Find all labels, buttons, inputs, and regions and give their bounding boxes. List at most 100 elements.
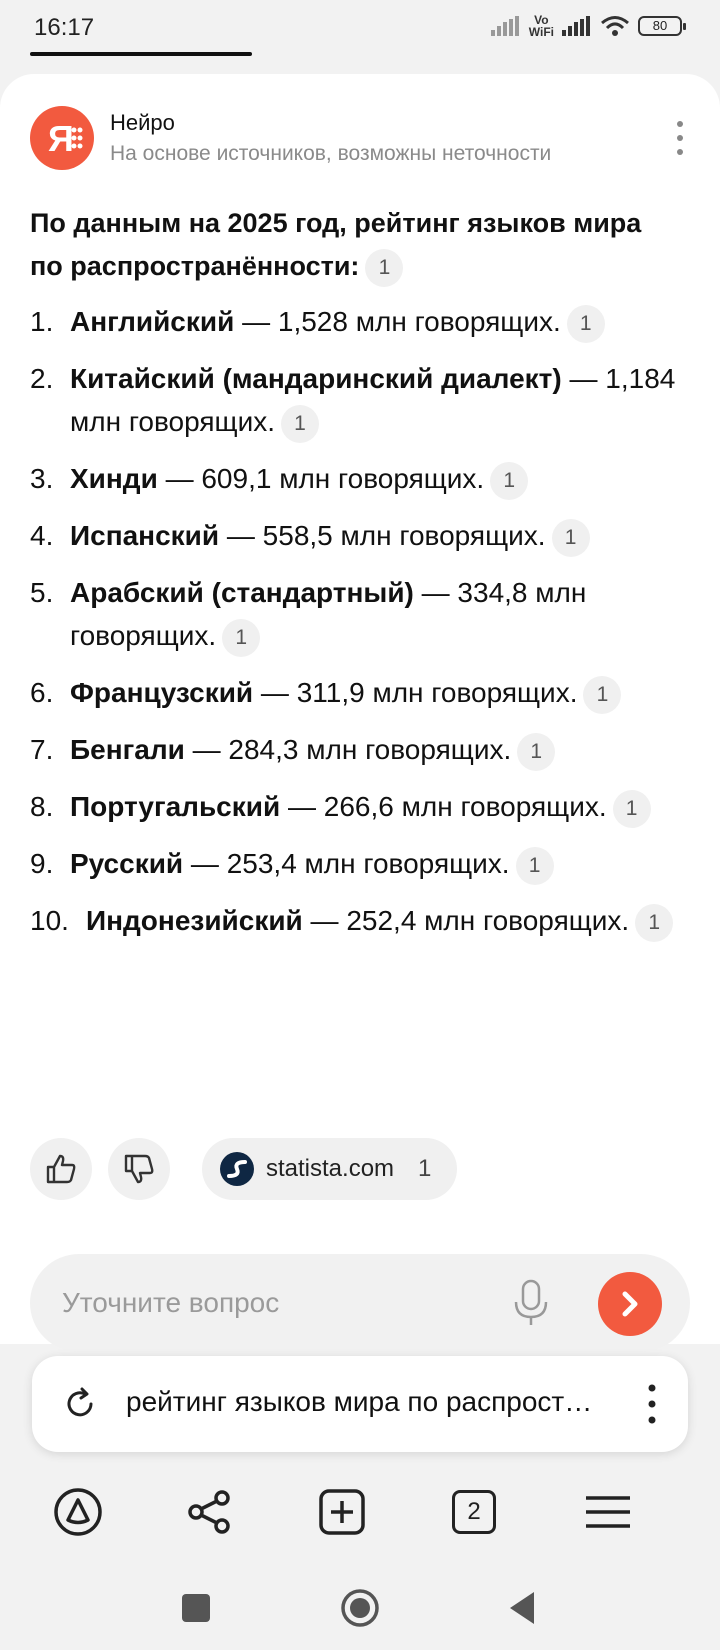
language-name: Испанский: [70, 520, 220, 551]
signal-icon: [562, 16, 590, 36]
new-tab-button[interactable]: [316, 1486, 368, 1538]
back-button[interactable]: [502, 1586, 546, 1630]
menu-button[interactable]: [582, 1486, 634, 1538]
citation-badge[interactable]: 1: [365, 248, 404, 287]
share-icon: [188, 1490, 230, 1534]
list-item-number: 3.: [30, 463, 54, 494]
speaker-count: — 284,3 млн говорящих.: [184, 734, 512, 765]
microphone-icon[interactable]: [508, 1278, 554, 1328]
query-bar[interactable]: рейтинг языков мира по распространённост…: [32, 1356, 688, 1452]
source-name: statista.com: [266, 1155, 395, 1182]
more-vertical-icon[interactable]: [670, 116, 690, 160]
citation-badge[interactable]: 1: [583, 675, 622, 714]
status-icons: Vo WiFi 80: [490, 14, 686, 39]
citation-badge[interactable]: 1: [222, 618, 261, 657]
list-item-number: 5.: [30, 577, 54, 608]
thumbs-up-icon: [46, 1154, 76, 1184]
battery-icon: 80: [638, 16, 686, 36]
vowifi-bottom: WiFi: [528, 25, 554, 39]
status-time: 16:17: [34, 14, 95, 41]
list-item: 10. Индонезийский — 252,4 млн говорящих. 1: [30, 899, 680, 942]
triangle-back-icon: [510, 1592, 534, 1624]
speaker-count: — 253,4 млн говорящих.: [183, 848, 510, 879]
list-item-number: 7.: [30, 734, 54, 765]
language-list: 1. Английский — 1,528 млн говорящих. 1 2. Ки…: [30, 300, 680, 942]
citation-badge[interactable]: 1: [281, 404, 320, 443]
list-item-text: Хинди — 609,1 млн говорящих. 1: [70, 457, 680, 500]
citation-badge[interactable]: 1: [635, 903, 674, 942]
list-item: 9. Русский — 253,4 млн говорящих. 1: [30, 842, 680, 885]
language-name: Хинди: [70, 463, 158, 494]
list-item-text: Китайский (мандаринский диалект) — 1,184…: [70, 357, 680, 443]
list-item-text: Французский — 311,9 млн говорящих. 1: [70, 671, 680, 714]
list-item-number: 8.: [30, 791, 54, 822]
speaker-count: — 1,528 млн говорящих.: [234, 306, 561, 337]
speaker-count: — 311,9 млн говорящих.: [253, 677, 578, 708]
query-text[interactable]: рейтинг языков мира по распространённост…: [126, 1386, 606, 1418]
browser-toolbar: 2: [0, 1466, 720, 1556]
system-navigation: [0, 1572, 720, 1650]
list-item: 2. Китайский (мандаринский диалект) — 1,1…: [30, 357, 680, 443]
home-button[interactable]: [338, 1586, 382, 1630]
more-vertical-icon[interactable]: [646, 1380, 658, 1428]
list-item: 1. Английский — 1,528 млн говорящих. 1: [30, 300, 680, 343]
list-item-number: 6.: [30, 677, 54, 708]
list-item-text: Английский — 1,528 млн говорящих. 1: [70, 300, 680, 343]
answer-intro: По данным на 2025 год, рейтинг языков ми…: [30, 202, 680, 288]
citation-badge[interactable]: 1: [612, 789, 651, 828]
list-item-text: Португальский — 266,6 млн говорящих. 1: [70, 785, 680, 828]
citation-badge[interactable]: 1: [490, 461, 529, 500]
language-name: Индонезийский: [86, 905, 303, 936]
speaker-count: — 609,1 млн говорящих.: [157, 463, 485, 494]
answer-header: Я Нейро На основе источников, возможны н…: [30, 106, 690, 176]
recents-button[interactable]: [174, 1586, 218, 1630]
followup-bar: [30, 1254, 690, 1352]
list-item-number: 10.: [30, 905, 69, 936]
language-name: Китайский (мандаринский диалект): [70, 363, 562, 394]
list-item-number: 2.: [30, 363, 54, 394]
speaker-count: — 558,5 млн говорящих.: [219, 520, 546, 551]
list-item-text: Арабский (стандартный) — 334,8 млн говор…: [70, 571, 680, 657]
intro-text: По данным на 2025 год, рейтинг языков ми…: [30, 208, 642, 281]
share-button[interactable]: [184, 1486, 236, 1538]
reload-icon[interactable]: [60, 1384, 100, 1424]
statista-logo-icon: [220, 1152, 254, 1186]
citation-badge[interactable]: 1: [551, 518, 590, 557]
send-button[interactable]: [598, 1272, 662, 1336]
source-chip[interactable]: statista.com 1: [202, 1138, 458, 1200]
followup-input[interactable]: [62, 1282, 482, 1324]
list-item: 3. Хинди — 609,1 млн говорящих. 1: [30, 457, 680, 500]
list-item-text: Испанский — 558,5 млн говорящих. 1: [70, 514, 680, 557]
alice-assistant-button[interactable]: [52, 1486, 104, 1538]
status-bar: 16:17 Vo WiFi 80: [0, 0, 720, 56]
list-item: 7. Бенгали — 284,3 млн говорящих. 1: [30, 728, 680, 771]
citation-badge[interactable]: 1: [517, 732, 556, 771]
citation-badge[interactable]: 1: [566, 304, 605, 343]
speaker-count: — 266,6 млн говорящих.: [280, 791, 607, 822]
tabs-count: 2: [452, 1490, 496, 1534]
wifi-icon: [601, 16, 629, 36]
thumbs-down-icon: [124, 1154, 154, 1184]
chevron-right-icon: [622, 1291, 638, 1317]
plus-square-icon: [319, 1489, 365, 1535]
like-button[interactable]: [30, 1138, 92, 1200]
yandex-neuro-icon: Я: [30, 106, 94, 170]
list-item-number: 9.: [30, 848, 54, 879]
list-item: 8. Португальский — 266,6 млн говорящих. 1: [30, 785, 680, 828]
tab-indicator: [30, 52, 252, 56]
answer-actions: statista.com 1: [30, 1138, 458, 1200]
language-name: Бенгали: [70, 734, 185, 765]
language-name: Французский: [70, 677, 254, 708]
dislike-button[interactable]: [108, 1138, 170, 1200]
citation-badge[interactable]: 1: [515, 846, 554, 885]
list-item-number: 1.: [30, 306, 54, 337]
language-name: Русский: [70, 848, 184, 879]
signal-icon: [490, 16, 519, 36]
list-item: 4. Испанский — 558,5 млн говорящих. 1: [30, 514, 680, 557]
tabs-button[interactable]: 2: [448, 1486, 500, 1538]
list-item: 5. Арабский (стандартный) — 334,8 млн гов…: [30, 571, 680, 657]
header-title: Нейро: [110, 110, 175, 135]
language-name: Арабский (стандартный): [70, 577, 414, 608]
hamburger-icon: [586, 1496, 630, 1528]
svg-text:Я: Я: [48, 118, 74, 159]
